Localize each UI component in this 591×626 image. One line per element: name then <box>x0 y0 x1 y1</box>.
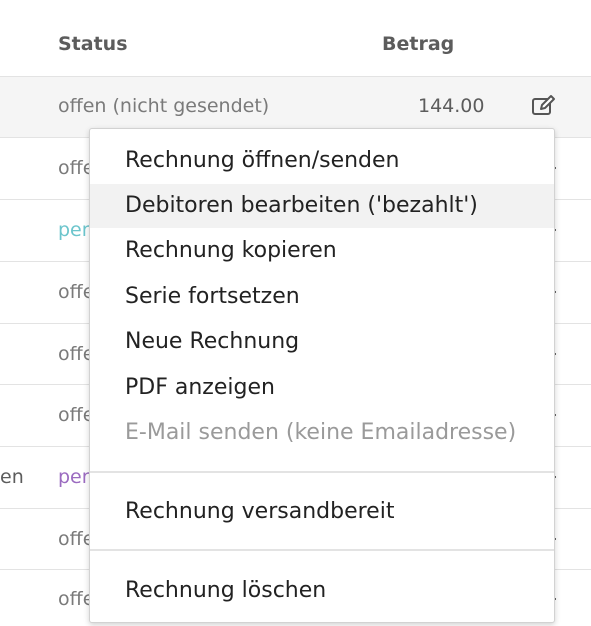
menu-item-label: Debitoren bearbeiten ('bezahlt') <box>125 193 478 218</box>
column-header-betrag[interactable]: Betrag <box>382 33 454 55</box>
edit-icon[interactable] <box>531 94 557 118</box>
status-cell: per <box>58 219 90 241</box>
menu-item-label: Serie fortsetzen <box>125 284 300 309</box>
menu-item-label: Rechnung kopieren <box>125 238 337 263</box>
menu-item-open-send-invoice[interactable]: Rechnung öffnen/senden <box>90 139 554 183</box>
amount-cell: 144.00 <box>418 95 485 117</box>
menu-item-edit-debtors[interactable]: Debitoren bearbeiten ('bezahlt') <box>90 184 554 228</box>
menu-item-label: PDF anzeigen <box>125 375 275 400</box>
menu-divider <box>90 549 554 551</box>
menu-item-delete-invoice[interactable]: Rechnung löschen <box>90 569 554 613</box>
menu-item-label: Rechnung löschen <box>125 578 327 603</box>
menu-item-label: Rechnung öffnen/senden <box>125 148 400 173</box>
menu-item-show-pdf[interactable]: PDF anzeigen <box>90 366 554 410</box>
context-menu: Rechnung öffnen/senden Debitoren bearbei… <box>89 128 555 623</box>
menu-item-label: E-Mail senden (keine Emailadresse) <box>125 420 517 445</box>
menu-divider <box>90 471 554 473</box>
menu-item-label: Neue Rechnung <box>125 329 300 354</box>
menu-item-continue-series[interactable]: Serie fortsetzen <box>90 275 554 319</box>
menu-item-send-email: E-Mail senden (keine Emailadresse) <box>90 411 554 455</box>
menu-item-copy-invoice[interactable]: Rechnung kopieren <box>90 229 554 273</box>
left-column-cell: en <box>0 466 24 488</box>
status-cell: per <box>58 466 90 488</box>
column-header-status[interactable]: Status <box>58 33 128 55</box>
status-cell: offen (nicht gesendet) <box>58 95 270 117</box>
menu-item-new-invoice[interactable]: Neue Rechnung <box>90 320 554 364</box>
menu-item-label: Rechnung versandbereit <box>125 499 395 524</box>
menu-item-ready-to-send[interactable]: Rechnung versandbereit <box>90 490 554 534</box>
table-header: Status Betrag <box>0 0 591 77</box>
